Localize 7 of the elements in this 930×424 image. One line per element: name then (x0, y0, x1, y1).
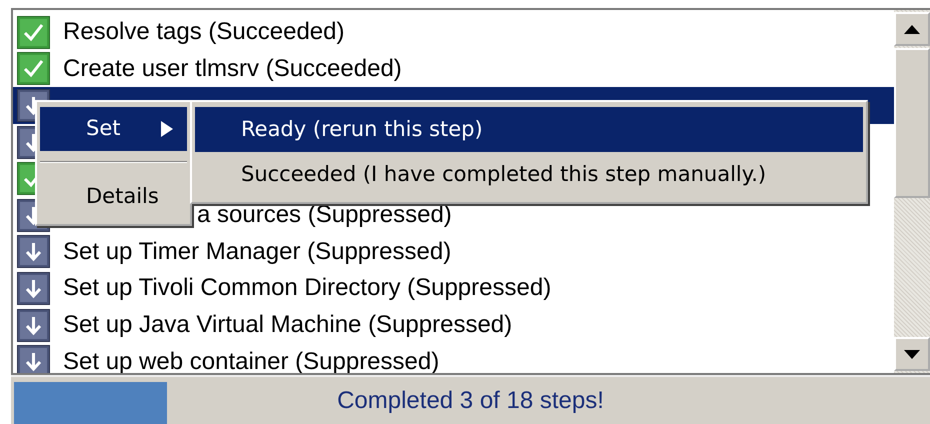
step-label: Set up Timer Manager (Suppressed) (63, 236, 452, 267)
step-label: Set up Java Virtual Machine (Suppressed) (63, 310, 512, 340)
step-label: Resolve tags (Succeeded) (63, 17, 344, 48)
status-message: Completed 3 of 18 steps! (337, 386, 604, 416)
step-label: a sources (Suppressed) (197, 200, 452, 230)
step-label: Create user tlmsrv (Succeeded) (63, 54, 402, 84)
step-label: Set up Tivoli Common Directory (Suppressed) (63, 273, 552, 304)
